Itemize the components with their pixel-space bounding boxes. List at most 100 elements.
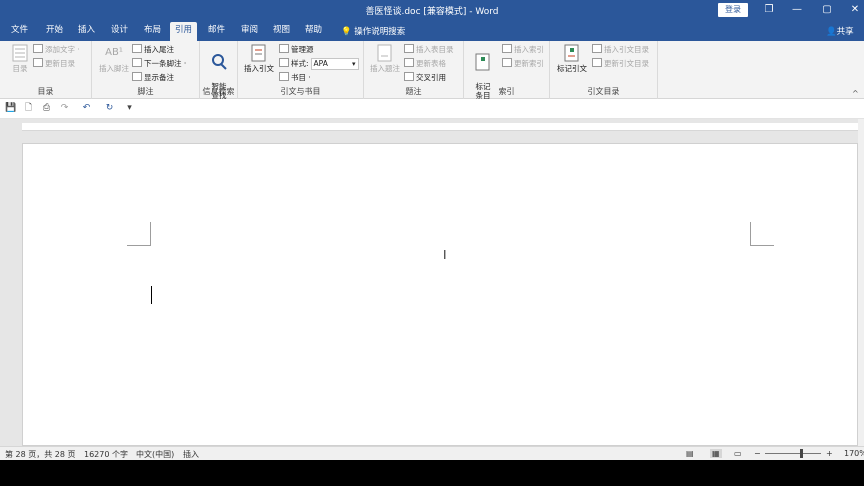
redo-icon[interactable]: ↷ bbox=[59, 103, 70, 114]
repeat-icon[interactable]: ↻ bbox=[104, 103, 115, 114]
group-citations: 插入引文 管理源 样式: APA ▾ 书目 · 引文与书目 bbox=[238, 41, 364, 99]
tab-file[interactable]: 文件 bbox=[6, 24, 33, 41]
document-page[interactable]: I bbox=[22, 143, 858, 446]
insert-index-label: 插入索引 bbox=[514, 45, 544, 54]
group-label-footnotes: 脚注 bbox=[137, 87, 154, 96]
tab-layout[interactable]: 布局 bbox=[139, 24, 166, 41]
add-text-button[interactable]: 添加文字 · bbox=[33, 44, 80, 56]
update-table-button[interactable]: 更新表格 bbox=[404, 58, 446, 70]
insert-endnote-button[interactable]: 插入尾注 bbox=[132, 44, 174, 56]
citation-style-dropdown[interactable]: APA ▾ bbox=[310, 58, 359, 70]
group-label-toa: 引文目录 bbox=[587, 87, 620, 96]
word-count[interactable]: 16270 个字 bbox=[84, 449, 128, 460]
toc-label: 目录 bbox=[12, 64, 28, 73]
customize-qat-icon[interactable]: ▾ bbox=[124, 103, 135, 114]
tab-home[interactable]: 开始 bbox=[41, 24, 68, 41]
ibeam-cursor-icon: I bbox=[443, 248, 447, 262]
language-indicator[interactable]: 中文(中国) bbox=[136, 449, 174, 460]
page-count[interactable]: 第 28 页，共 28 页 bbox=[5, 449, 76, 460]
insert-citation-icon bbox=[251, 44, 266, 62]
tab-mailings[interactable]: 邮件 bbox=[203, 24, 230, 41]
update-index-label: 更新索引 bbox=[514, 59, 544, 68]
vertical-scrollbar[interactable] bbox=[858, 119, 864, 446]
ribbon-references: 目录 添加文字 · 更新目录 目录 AB¹ 插入脚注 插入尾注 下一条脚注 · … bbox=[0, 41, 864, 100]
letterbox-bottom bbox=[0, 460, 864, 486]
update-index-button[interactable]: 更新索引 bbox=[502, 58, 544, 70]
text-cursor bbox=[151, 286, 152, 304]
insert-table-of-figures-label: 插入表目录 bbox=[416, 45, 454, 54]
zoom-out-icon[interactable]: − bbox=[754, 449, 761, 458]
read-mode-icon[interactable]: ▤ bbox=[686, 449, 694, 458]
magnifier-icon bbox=[212, 54, 227, 70]
minimize-button[interactable]: — bbox=[788, 2, 806, 18]
save-icon[interactable]: 💾 bbox=[5, 103, 16, 114]
document-area: I bbox=[0, 119, 864, 446]
share-button[interactable]: 👤共享 bbox=[826, 25, 854, 37]
style-icon bbox=[279, 58, 289, 67]
show-notes-button[interactable]: 显示备注 bbox=[132, 72, 174, 84]
next-footnote-button[interactable]: 下一条脚注 · bbox=[132, 58, 186, 70]
print-preview-icon[interactable]: ⎙ bbox=[41, 103, 52, 114]
person-icon: 👤 bbox=[826, 27, 837, 37]
manage-sources-icon bbox=[279, 44, 289, 53]
update-toc-button[interactable]: 更新目录 bbox=[33, 58, 75, 70]
mark-entry-icon bbox=[475, 53, 490, 71]
login-button[interactable]: 登录 bbox=[718, 3, 748, 17]
close-button[interactable]: ✕ bbox=[846, 2, 864, 18]
group-label-captions: 题注 bbox=[405, 87, 422, 96]
tab-help[interactable]: 帮助 bbox=[300, 24, 327, 41]
bibliography-icon bbox=[279, 72, 289, 81]
bibliography-button[interactable]: 书目 · bbox=[279, 72, 311, 84]
tab-review[interactable]: 审阅 bbox=[236, 24, 263, 41]
zoom-in-icon[interactable]: + bbox=[826, 449, 833, 458]
insert-index-button[interactable]: 插入索引 bbox=[502, 44, 544, 56]
tab-references[interactable]: 引用 bbox=[170, 22, 198, 41]
tab-design[interactable]: 设计 bbox=[106, 24, 133, 41]
group-research: 智能 查找 信息检索 bbox=[200, 41, 238, 100]
undo-icon[interactable]: ↶ bbox=[81, 103, 92, 114]
insert-caption-icon bbox=[377, 44, 392, 62]
print-layout-icon[interactable]: ▦ bbox=[710, 449, 722, 458]
mark-citation-button[interactable]: 标记引文 bbox=[554, 44, 590, 73]
zoom-level[interactable]: 170% bbox=[844, 449, 864, 458]
group-index: 标记 条目 插入索引 更新索引 索引 bbox=[464, 41, 550, 100]
update-table-label: 更新表格 bbox=[416, 59, 446, 68]
citation-style: 样式: APA ▾ bbox=[279, 58, 359, 70]
insert-citation-button[interactable]: 插入引文 bbox=[241, 44, 277, 73]
ribbon-display-options-icon[interactable]: ❐ bbox=[760, 2, 778, 18]
new-document-icon[interactable]: 🗋 bbox=[23, 103, 34, 114]
cross-reference-button[interactable]: 交叉引用 bbox=[404, 72, 446, 84]
collapse-ribbon-icon[interactable]: ^ bbox=[852, 89, 859, 98]
insert-toa-button[interactable]: 插入引文目录 bbox=[592, 44, 649, 56]
style-label: 样式: bbox=[291, 59, 309, 68]
previous-page-bottom bbox=[22, 123, 858, 131]
tell-me-search[interactable]: 💡 操作说明搜索 bbox=[341, 25, 405, 37]
insert-caption-button[interactable]: 插入题注 bbox=[367, 44, 403, 73]
insert-table-of-figures-button[interactable]: 插入表目录 bbox=[404, 44, 454, 56]
add-text-icon bbox=[33, 44, 43, 53]
share-label: 共享 bbox=[836, 27, 854, 37]
zoom-slider[interactable] bbox=[765, 453, 821, 454]
status-bar: 第 28 页，共 28 页 16270 个字 中文(中国) 插入 ▤ ▦ ▭ −… bbox=[0, 446, 864, 460]
cross-reference-icon bbox=[404, 72, 414, 81]
update-toa-label: 更新引文目录 bbox=[604, 59, 649, 68]
web-layout-icon[interactable]: ▭ bbox=[734, 449, 742, 458]
group-label-toc: 目录 bbox=[37, 87, 54, 96]
margin-corner-left bbox=[127, 222, 151, 246]
tab-view[interactable]: 视图 bbox=[268, 24, 295, 41]
tab-insert[interactable]: 插入 bbox=[73, 24, 100, 41]
lightbulb-icon: 💡 bbox=[341, 27, 352, 37]
group-label-citations: 引文与书目 bbox=[280, 87, 321, 96]
insert-index-icon bbox=[502, 44, 512, 53]
endnote-icon bbox=[132, 44, 142, 53]
group-label-index: 索引 bbox=[498, 87, 515, 96]
maximize-button[interactable]: ▢ bbox=[818, 2, 836, 18]
quick-access-toolbar: 💾 🗋 ⎙ ↷ ↶ ↻ ▾ bbox=[0, 99, 864, 119]
update-toa-button[interactable]: 更新引文目录 bbox=[592, 58, 649, 70]
insert-footnote-button[interactable]: AB¹ 插入脚注 bbox=[96, 44, 132, 73]
insert-mode-indicator[interactable]: 插入 bbox=[183, 449, 199, 460]
title-bar: 善医怪谈.doc [兼容模式] - Word 登录 ❐ — ▢ ✕ bbox=[0, 0, 864, 20]
zoom-slider-thumb[interactable] bbox=[800, 449, 803, 458]
group-toc: 目录 添加文字 · 更新目录 目录 bbox=[0, 41, 92, 99]
manage-sources-button[interactable]: 管理源 bbox=[279, 44, 314, 56]
